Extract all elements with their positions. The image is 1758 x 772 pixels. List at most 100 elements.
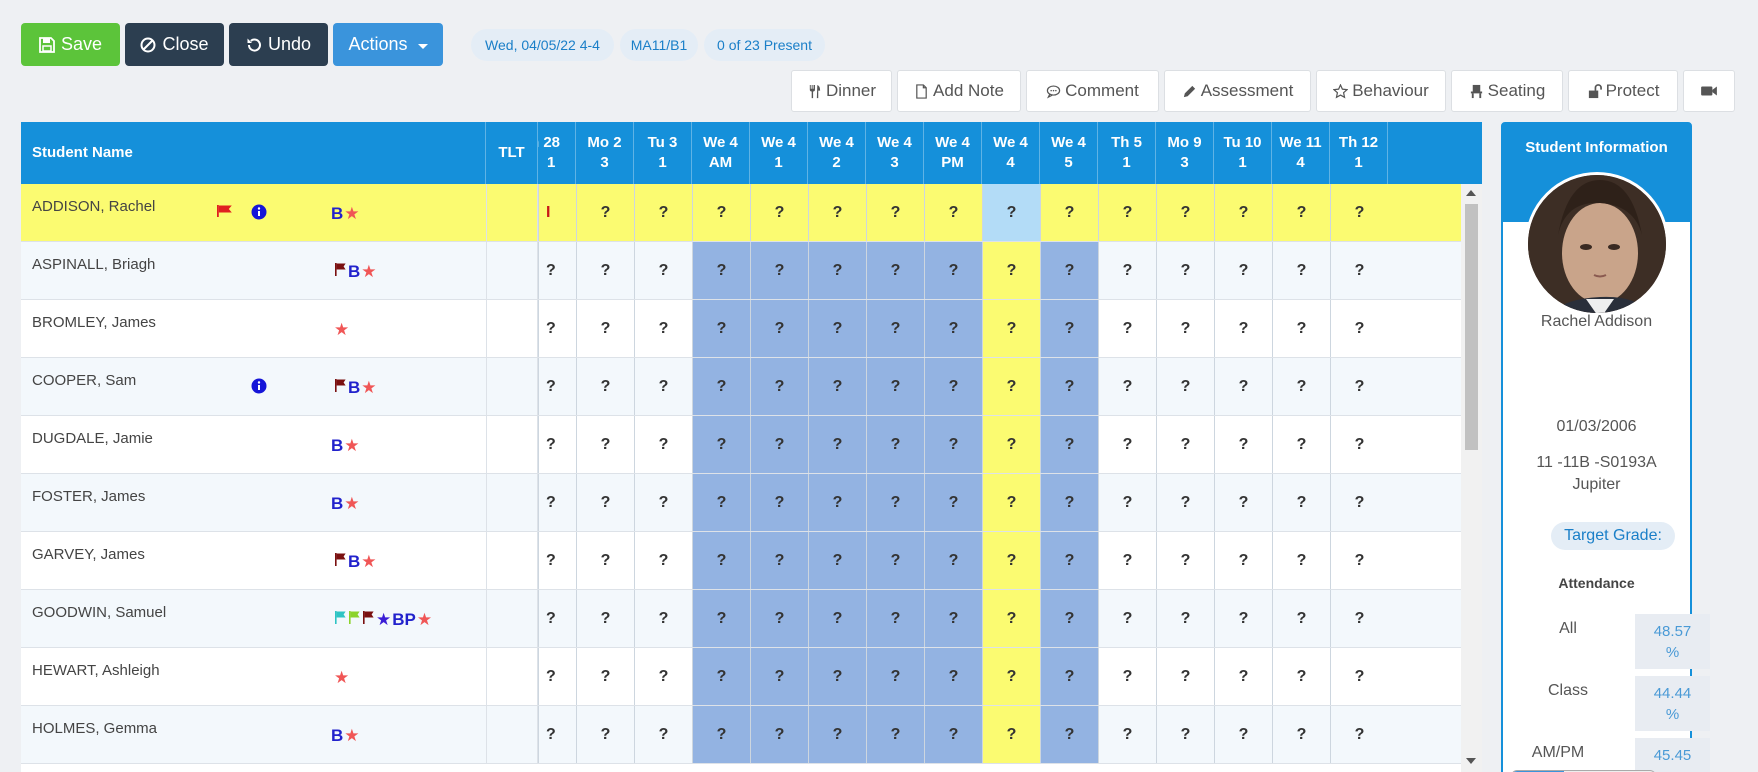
- date-column-header[interactable]: We 11 4: [1272, 122, 1330, 184]
- scroll-down-icon[interactable]: [1466, 758, 1476, 764]
- student-indicators[interactable]: B ★: [331, 494, 360, 514]
- tlt-cell[interactable]: [486, 648, 538, 705]
- behaviour-button[interactable]: Behaviour: [1316, 70, 1446, 112]
- attendance-mark-cell[interactable]: ?: [982, 532, 1040, 589]
- attendance-mark-cell[interactable]: ?: [1098, 532, 1156, 589]
- date-column-header[interactable]: h 28 1: [538, 122, 576, 184]
- attendance-mark-cell[interactable]: ?: [924, 706, 982, 763]
- attendance-mark-cell[interactable]: ?: [692, 532, 750, 589]
- attendance-mark-cell[interactable]: ?: [576, 648, 634, 705]
- student-indicators[interactable]: B ★: [334, 378, 377, 398]
- attendance-mark-cell[interactable]: ?: [808, 242, 866, 299]
- info-icon[interactable]: [251, 204, 267, 220]
- attendance-mark-cell[interactable]: ?: [538, 242, 576, 299]
- attendance-mark-cell[interactable]: ?: [576, 358, 634, 415]
- student-row[interactable]: ASPINALL, Briagh B ★???????????????: [21, 242, 1461, 300]
- attendance-mark-cell[interactable]: ?: [1156, 358, 1214, 415]
- attendance-mark-cell[interactable]: ?: [1098, 416, 1156, 473]
- attendance-mark-cell[interactable]: ?: [924, 242, 982, 299]
- attendance-mark-cell[interactable]: ?: [634, 184, 692, 241]
- attendance-mark-cell[interactable]: ?: [634, 416, 692, 473]
- add-note-button[interactable]: Add Note: [897, 70, 1021, 112]
- attendance-mark-cell[interactable]: ?: [1272, 184, 1330, 241]
- attendance-mark-cell[interactable]: ?: [538, 474, 576, 531]
- attendance-mark-cell[interactable]: ?: [1098, 474, 1156, 531]
- attendance-mark-cell[interactable]: ?: [982, 590, 1040, 647]
- attendance-mark-cell[interactable]: ?: [576, 474, 634, 531]
- attendance-mark-cell[interactable]: ?: [1330, 532, 1388, 589]
- attendance-mark-cell[interactable]: ?: [1098, 706, 1156, 763]
- attendance-mark-cell[interactable]: ?: [1214, 184, 1272, 241]
- student-row[interactable]: GARVEY, James B ★???????????????: [21, 532, 1461, 590]
- attendance-mark-cell[interactable]: ?: [924, 300, 982, 357]
- attendance-mark-cell[interactable]: ?: [750, 184, 808, 241]
- attendance-mark-cell[interactable]: ?: [866, 358, 924, 415]
- attendance-mark-cell[interactable]: ?: [1156, 416, 1214, 473]
- student-name[interactable]: BROMLEY, James: [32, 314, 156, 331]
- attendance-mark-cell[interactable]: ?: [634, 706, 692, 763]
- student-row[interactable]: HOLMES, Gemma B ★???????????????: [21, 706, 1461, 764]
- date-column-header[interactable]: We 4 1: [750, 122, 808, 184]
- scrollbar-thumb[interactable]: [1465, 204, 1478, 450]
- attendance-mark-cell[interactable]: ?: [1330, 184, 1388, 241]
- date-column-header[interactable]: Tu 3 1: [634, 122, 692, 184]
- undo-button[interactable]: Undo: [229, 23, 328, 66]
- student-name[interactable]: ASPINALL, Briagh: [32, 256, 155, 273]
- attendance-mark-cell[interactable]: I: [538, 184, 576, 241]
- grid-scrollbar[interactable]: [1461, 184, 1482, 772]
- attendance-mark-cell[interactable]: ?: [1272, 474, 1330, 531]
- attendance-mark-cell[interactable]: ?: [576, 532, 634, 589]
- student-indicators[interactable]: ★ BP ★: [334, 610, 432, 630]
- date-column-header[interactable]: We 4 3: [866, 122, 924, 184]
- attendance-mark-cell[interactable]: ?: [808, 648, 866, 705]
- attendance-mark-cell[interactable]: ?: [982, 300, 1040, 357]
- attendance-mark-cell[interactable]: ?: [750, 242, 808, 299]
- dinner-button[interactable]: Dinner: [791, 70, 892, 112]
- student-name[interactable]: DUGDALE, Jamie: [32, 430, 153, 447]
- attendance-mark-cell[interactable]: ?: [924, 532, 982, 589]
- attendance-mark-cell[interactable]: ?: [982, 358, 1040, 415]
- attendance-mark-cell[interactable]: ?: [1272, 358, 1330, 415]
- attendance-mark-cell[interactable]: ?: [750, 706, 808, 763]
- student-indicators[interactable]: B ★: [334, 262, 377, 282]
- attendance-mark-cell[interactable]: ?: [1214, 706, 1272, 763]
- attendance-mark-cell[interactable]: ?: [1272, 300, 1330, 357]
- attendance-mark-cell[interactable]: ?: [808, 358, 866, 415]
- attendance-mark-cell[interactable]: ?: [634, 648, 692, 705]
- student-name[interactable]: GARVEY, James: [32, 546, 145, 563]
- attendance-mark-cell[interactable]: ?: [634, 300, 692, 357]
- attendance-mark-cell[interactable]: ?: [1330, 358, 1388, 415]
- student-name-header[interactable]: Student Name: [21, 122, 486, 184]
- attendance-mark-cell[interactable]: ?: [1330, 416, 1388, 473]
- attendance-mark-cell[interactable]: ?: [982, 706, 1040, 763]
- student-row[interactable]: COOPER, Sam B ★???????????????: [21, 358, 1461, 416]
- attendance-mark-cell[interactable]: ?: [576, 416, 634, 473]
- date-column-header[interactable]: Mo 2 3: [576, 122, 634, 184]
- attendance-mark-cell[interactable]: ?: [982, 648, 1040, 705]
- attendance-mark-cell[interactable]: ?: [634, 242, 692, 299]
- student-indicators[interactable]: B ★: [331, 436, 360, 456]
- attendance-mark-cell[interactable]: ?: [1272, 706, 1330, 763]
- attendance-mark-cell[interactable]: ?: [924, 590, 982, 647]
- tlt-cell[interactable]: [486, 590, 538, 647]
- attendance-mark-cell[interactable]: ?: [1040, 532, 1098, 589]
- date-column-header[interactable]: Tu 10 1: [1214, 122, 1272, 184]
- attendance-mark-cell[interactable]: ?: [866, 242, 924, 299]
- student-name[interactable]: COOPER, Sam: [32, 372, 136, 389]
- attendance-mark-cell[interactable]: ?: [924, 184, 982, 241]
- tlt-cell[interactable]: [486, 706, 538, 763]
- attendance-mark-cell[interactable]: ?: [1214, 416, 1272, 473]
- attendance-mark-cell[interactable]: ?: [924, 358, 982, 415]
- attendance-mark-cell[interactable]: ?: [538, 706, 576, 763]
- attendance-mark-cell[interactable]: ?: [1040, 706, 1098, 763]
- attendance-mark-cell[interactable]: ?: [1098, 590, 1156, 647]
- attendance-mark-cell[interactable]: ?: [1040, 358, 1098, 415]
- tlt-cell[interactable]: [486, 242, 538, 299]
- attendance-mark-cell[interactable]: ?: [634, 532, 692, 589]
- attendance-mark-cell[interactable]: ?: [692, 474, 750, 531]
- student-name[interactable]: HOLMES, Gemma: [32, 720, 157, 737]
- attendance-mark-cell[interactable]: ?: [692, 706, 750, 763]
- student-name[interactable]: HEWART, Ashleigh: [32, 662, 160, 679]
- attendance-mark-cell[interactable]: ?: [1330, 648, 1388, 705]
- attendance-mark-cell[interactable]: ?: [866, 184, 924, 241]
